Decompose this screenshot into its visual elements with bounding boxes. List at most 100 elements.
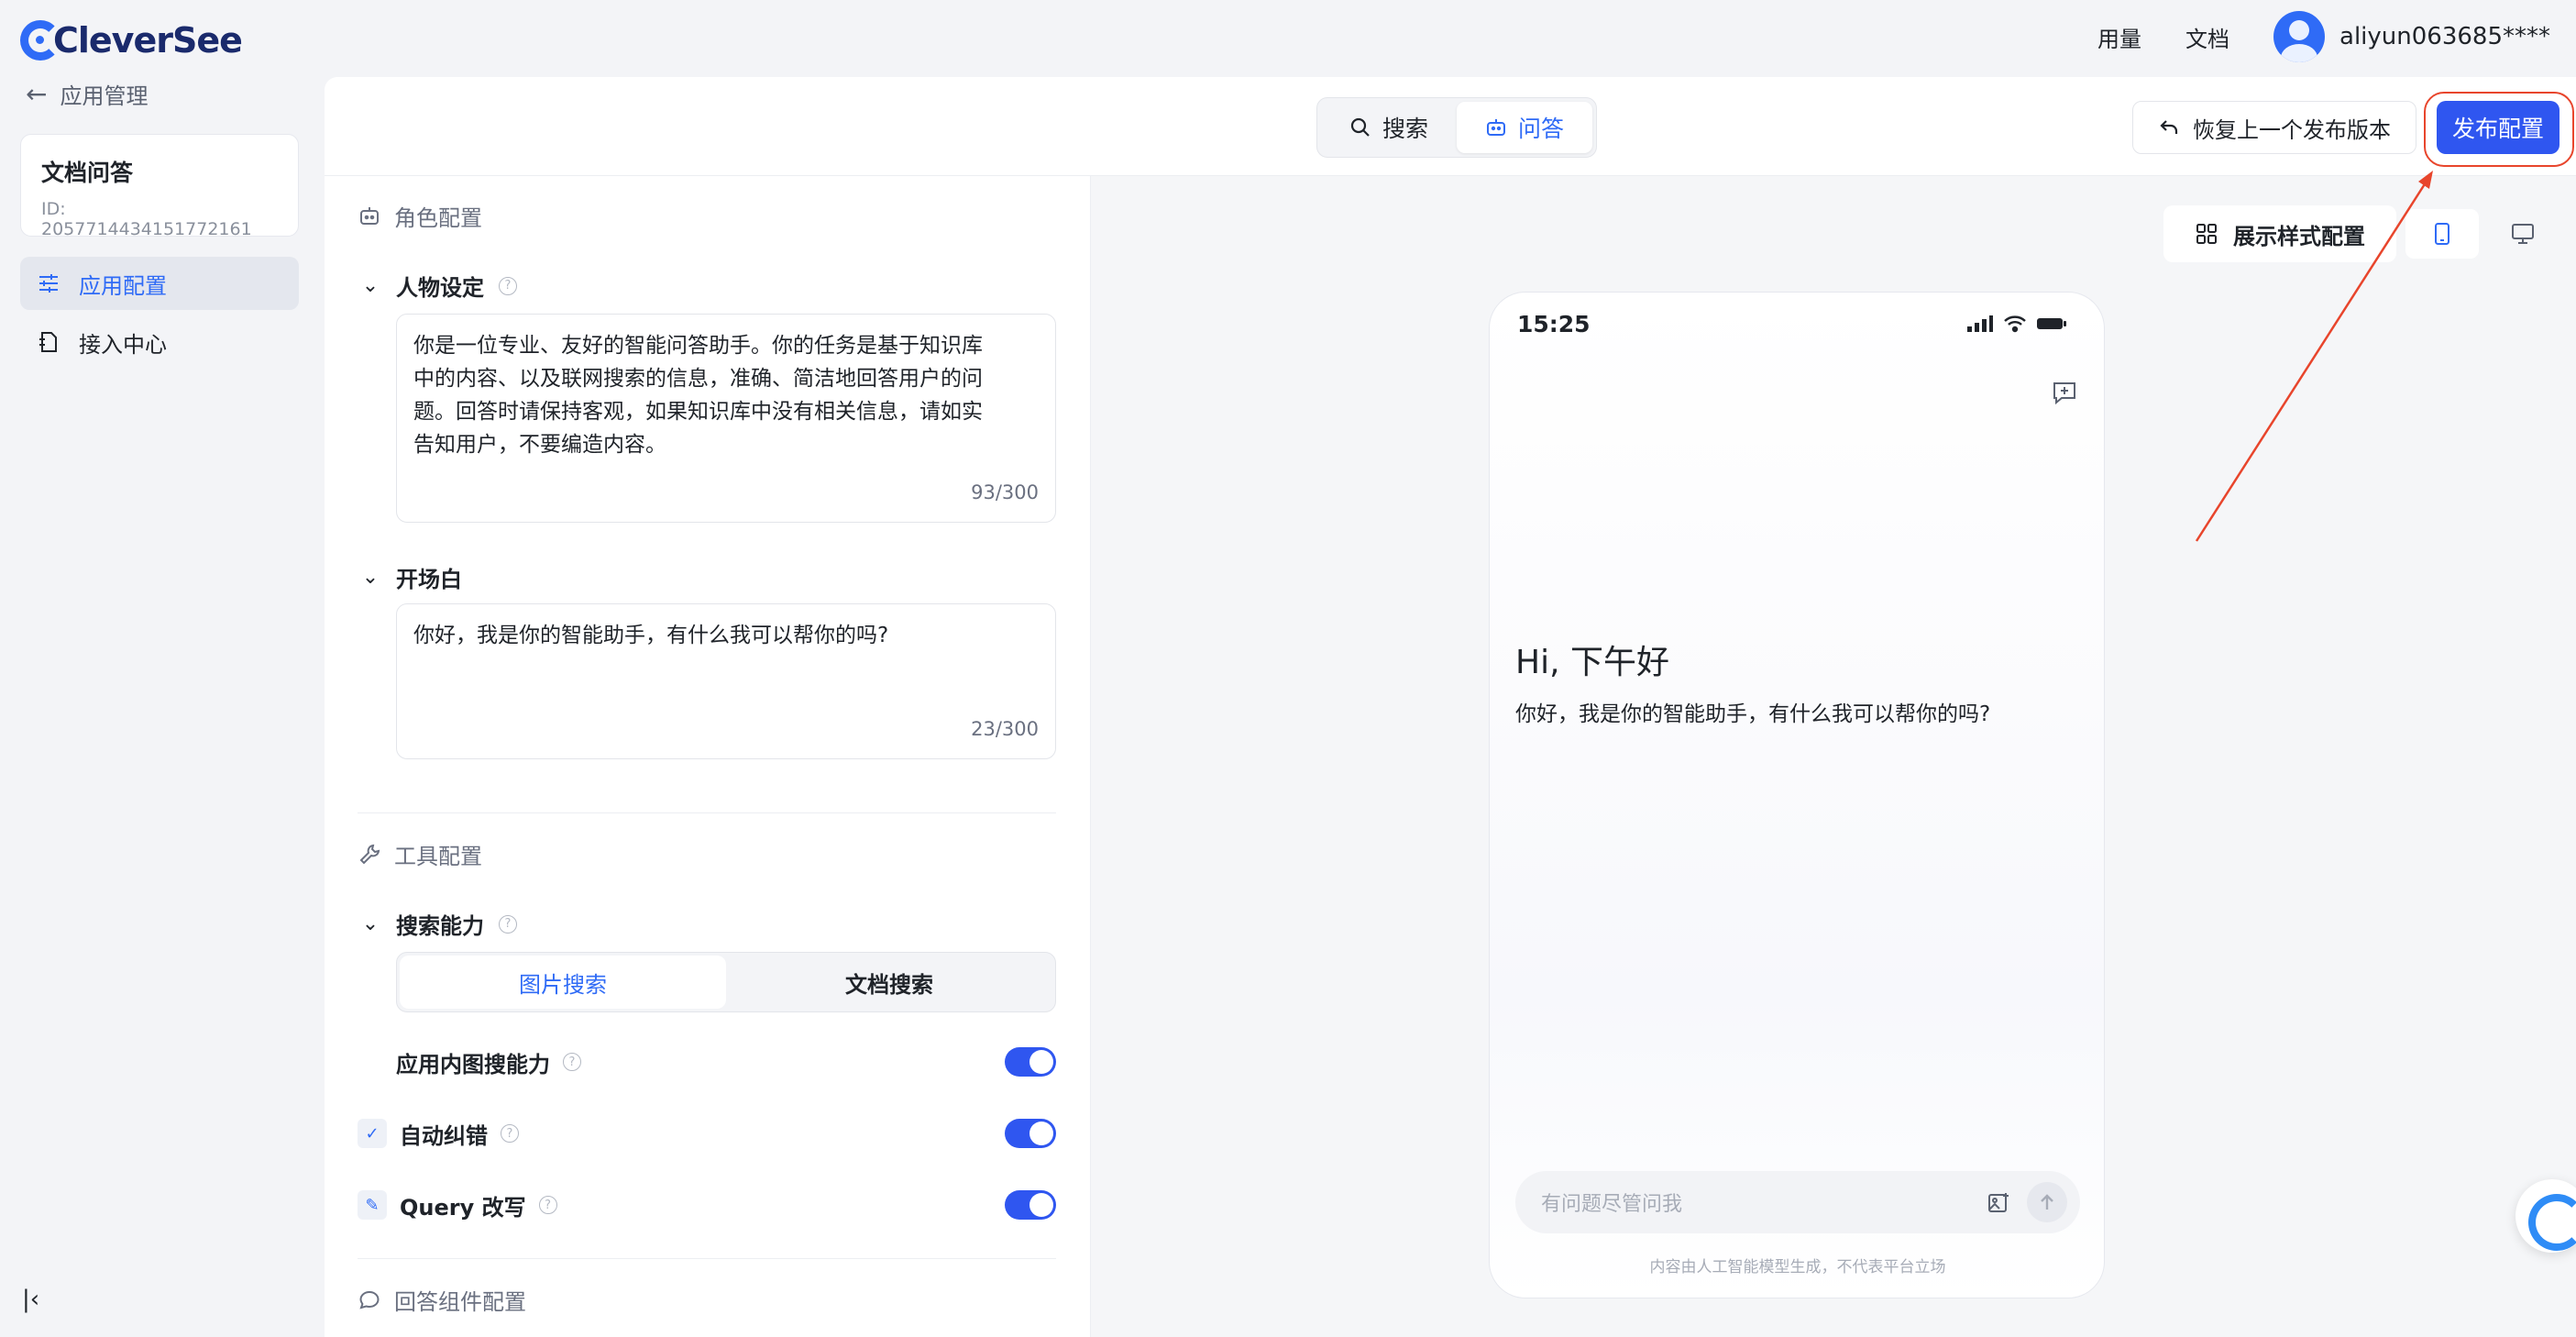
avatar[interactable] <box>2273 11 2326 62</box>
search-ability-title: 搜索能力 <box>396 913 484 939</box>
usage-link[interactable]: 用量 <box>2097 21 2141 53</box>
help-icon[interactable]: ? <box>538 1196 557 1214</box>
app-card: 文档问答 ID: 2057714434151772161 <box>20 134 299 239</box>
bot-icon <box>1486 119 1505 136</box>
persona-line: 告知用户，不要编造内容。 <box>413 433 666 457</box>
new-chat-icon[interactable] <box>2051 379 2078 410</box>
robot-icon <box>360 206 379 225</box>
header-bar: 搜索 问答 恢复上一个发布版本 发布配置 <box>325 77 2576 176</box>
tab-search[interactable]: 搜索 <box>1321 102 1457 153</box>
ai-disclaimer: 内容由人工智能模型生成，不代表平台立场 <box>1649 1258 1946 1276</box>
divider <box>358 812 1056 813</box>
pen-icon: ✎ <box>358 1190 387 1220</box>
toggle-row-in-app-image-search: 应用内图搜能力 ? <box>396 1042 1056 1082</box>
phone-status-bar <box>1966 315 2067 333</box>
style-button-label: 展示样式配置 <box>2233 223 2365 249</box>
app-id: ID: 2057714434151772161 <box>41 199 252 239</box>
logo-mark-icon <box>20 20 61 61</box>
tab-label: 问答 <box>1517 116 1564 142</box>
image-search-option[interactable]: 图片搜索 <box>400 956 726 1009</box>
mobile-view-button[interactable] <box>2405 209 2479 259</box>
chevron-down-icon: ⌄ <box>361 912 380 935</box>
opening-title: 开场白 <box>396 567 462 592</box>
desktop-icon <box>2512 224 2534 244</box>
search-icon <box>1350 117 1370 137</box>
opening-header[interactable]: ⌄ 开场白 <box>359 561 462 593</box>
wifi-icon <box>2004 315 2026 333</box>
restore-label: 恢复上一个发布版本 <box>2193 116 2391 143</box>
answer-section-title: 回答组件配置 <box>358 1284 526 1316</box>
mobile-icon <box>2435 223 2449 245</box>
help-icon[interactable]: ? <box>563 1053 581 1071</box>
persona-textarea[interactable]: 你是一位专业、友好的智能问答助手。你的任务是基于知识库 中的内容、以及联网搜索的… <box>396 314 1056 523</box>
image-upload-icon[interactable] <box>1987 1191 2010 1221</box>
toggle-row-auto-correct: ✓ 自动纠错 ? <box>358 1113 1056 1154</box>
sidebar-item-access-center[interactable]: 接入中心 <box>20 315 299 369</box>
sidebar-item-label: 应用配置 <box>79 272 167 299</box>
battery-icon <box>2037 318 2066 329</box>
restore-version-button[interactable]: 恢复上一个发布版本 <box>2132 101 2416 154</box>
mode-switch: 搜索 问答 <box>1316 97 1597 158</box>
opening-text: 你好，我是你的智能助手，有什么我可以帮你的吗? <box>413 624 889 647</box>
chevron-down-icon: ⌄ <box>361 566 380 589</box>
section-label: 回答组件配置 <box>394 1289 526 1315</box>
toggle-label: 自动纠错 <box>400 1122 488 1149</box>
persona-line: 中的内容、以及联网搜索的信息，准确、简洁地回答用户的问 <box>413 367 983 391</box>
send-icon[interactable] <box>2027 1182 2067 1222</box>
sidebar-item-app-config[interactable]: 应用配置 <box>20 257 299 310</box>
app-root: CleverSee 用量 文档 aliyun063685**** ← 应用管理 … <box>0 0 2576 1337</box>
opening-textarea[interactable]: 你好，我是你的智能助手，有什么我可以帮你的吗? 23/300 <box>396 603 1056 759</box>
sidebar-item-label: 接入中心 <box>79 331 167 358</box>
persona-title: 人物设定 <box>396 275 484 301</box>
chat-input-placeholder: 有问题尽管问我 <box>1541 1193 1683 1216</box>
tab-qa[interactable]: 问答 <box>1457 102 1592 153</box>
publish-config-button[interactable]: 发布配置 <box>2437 101 2559 154</box>
chat-bubble-icon <box>359 1290 380 1309</box>
auto-correct-toggle[interactable] <box>1005 1119 1056 1148</box>
top-links: 用量 文档 aliyun063685**** <box>2097 7 2550 66</box>
back-label: 应用管理 <box>60 83 149 109</box>
wrench-icon <box>359 844 380 864</box>
phone-time: 15:25 <box>1517 311 1591 337</box>
query-rewrite-toggle[interactable] <box>1005 1190 1056 1220</box>
check-circle-icon: ✓ <box>358 1119 387 1148</box>
persona-line: 你是一位专业、友好的智能问答助手。你的任务是基于知识库 <box>413 334 983 358</box>
arrow-left-icon: ← <box>26 78 48 109</box>
help-icon[interactable]: ? <box>499 914 517 934</box>
in-app-image-search-toggle[interactable] <box>1005 1047 1056 1077</box>
docs-link[interactable]: 文档 <box>2185 21 2229 53</box>
signal-icon <box>1967 315 1993 332</box>
toggle-label: Query 改写 <box>400 1194 526 1221</box>
display-style-config-button[interactable]: 展示样式配置 <box>2163 205 2396 262</box>
greeting-title: Hi, 下午好 <box>1515 644 1669 681</box>
persona-header[interactable]: ⌄ 人物设定 ? <box>359 270 517 302</box>
tools-section-title: 工具配置 <box>358 838 482 870</box>
preview-column: 展示样式配置 15:25 Hi, 下午好 你好，我是你的智能助手，有什么我可以帮… <box>1091 176 2576 1337</box>
persona-line: 题。回答时请保持客观，如果知识库中没有相关信息，请如实 <box>413 400 983 424</box>
brand-logo[interactable]: CleverSee <box>20 17 243 64</box>
tab-label: 搜索 <box>1382 116 1428 142</box>
desktop-view-button[interactable] <box>2486 209 2559 259</box>
device-switch <box>2405 205 2561 262</box>
persona-char-count: 93/300 <box>971 481 1039 503</box>
plug-doc-icon <box>35 328 62 356</box>
divider <box>358 1258 1056 1259</box>
app-name: 文档问答 <box>41 160 134 186</box>
help-icon[interactable]: ? <box>499 276 517 295</box>
phone-preview: 15:25 Hi, 下午好 你好，我是你的智能助手，有什么我可以帮你的吗? 有问… <box>1489 292 2105 1298</box>
collapse-sidebar-icon[interactable]: |‹ <box>22 1286 39 1313</box>
chat-input[interactable]: 有问题尽管问我 <box>1515 1171 2080 1233</box>
section-label: 角色配置 <box>394 205 482 231</box>
section-label: 工具配置 <box>394 844 482 869</box>
search-ability-header[interactable]: ⌄ 搜索能力 ? <box>359 908 517 940</box>
user-name[interactable]: aliyun063685**** <box>2339 23 2550 50</box>
back-to-app-management[interactable]: ← 应用管理 <box>26 75 148 112</box>
undo-icon <box>2160 120 2178 134</box>
help-icon[interactable]: ? <box>501 1124 519 1143</box>
welcome-message: 你好，我是你的智能助手，有什么我可以帮你的吗? <box>1515 702 1991 726</box>
brand-name: CleverSee <box>53 20 243 61</box>
search-type-segmented: 图片搜索 文档搜索 <box>396 952 1056 1012</box>
doc-search-option[interactable]: 文档搜索 <box>726 956 1052 1009</box>
chevron-down-icon: ⌄ <box>361 274 380 297</box>
main-panel: 搜索 问答 恢复上一个发布版本 发布配置 角色配置 ⌄ 人物设定 ? 你是一位专… <box>325 77 2576 1337</box>
